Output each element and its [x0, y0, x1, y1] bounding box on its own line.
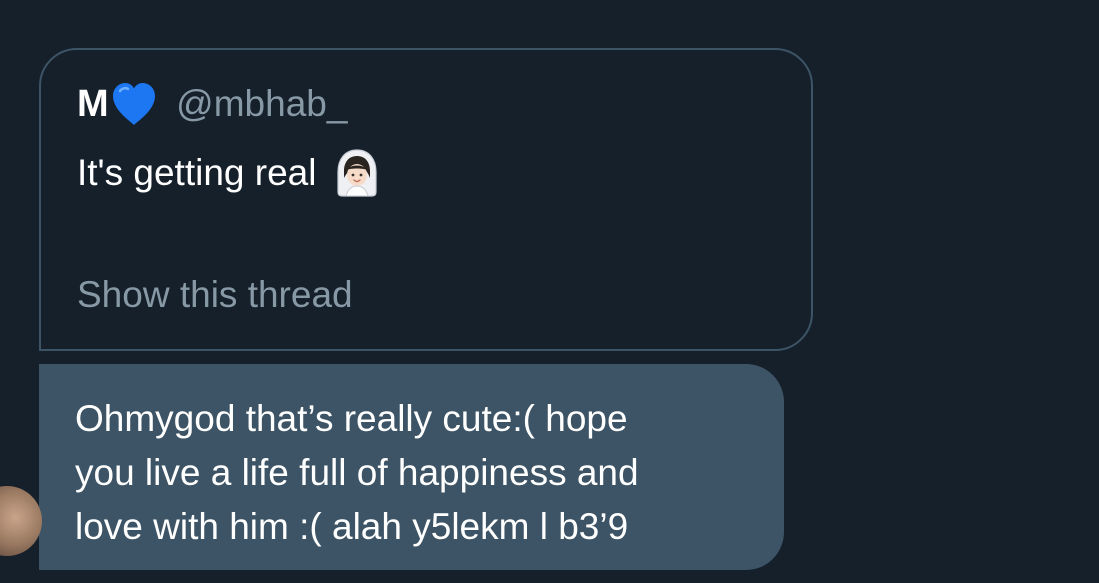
avatar[interactable] — [0, 486, 42, 556]
message-bubble[interactable]: Ohmygod that’s really cute:( hope you li… — [39, 364, 784, 570]
quoted-tweet-text: It's getting real — [77, 152, 317, 193]
bride-with-veil-icon — [334, 148, 380, 198]
author-name: M — [77, 82, 109, 125]
message-line: you live a life full of happiness and — [75, 452, 639, 493]
author-handle[interactable]: @mbhab_ — [176, 83, 347, 125]
quoted-tweet-header: M @mbhab_ — [77, 80, 347, 128]
blue-heart-icon — [110, 81, 158, 127]
message-line: Ohmygod that’s really cute:( hope — [75, 398, 628, 439]
quoted-tweet-card[interactable]: M @mbhab_ It's getting real Show this th… — [39, 48, 813, 351]
quoted-tweet-text-row: It's getting real — [77, 148, 380, 198]
message-line: love with him :( alah y5lekm l b3’9 — [75, 506, 629, 547]
show-thread-link[interactable]: Show this thread — [77, 274, 353, 316]
